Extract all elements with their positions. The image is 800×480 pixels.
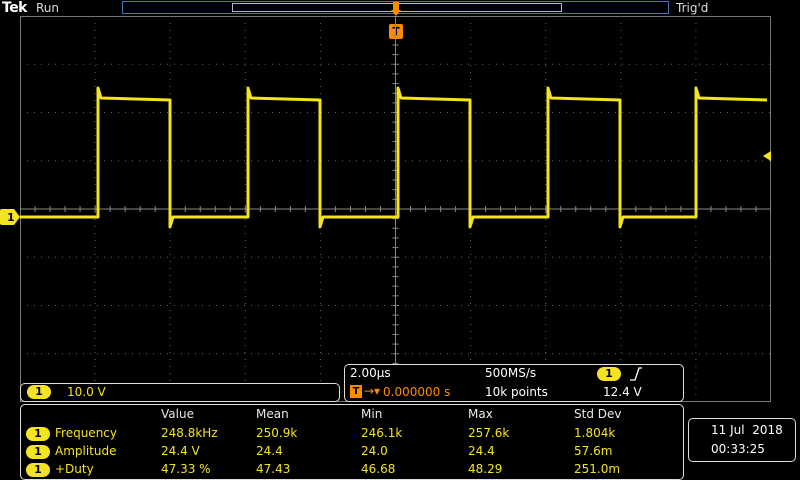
trigger-level: 12.4 V — [603, 385, 642, 399]
measurement-channel-badge: 1 — [26, 427, 50, 441]
header-std-dev: Std Dev — [574, 407, 622, 421]
trigger-position-icon — [391, 2, 401, 16]
measurement-value: 248.8kHz — [161, 426, 218, 440]
measurement-mean: 250.9k — [256, 426, 298, 440]
measurement-row-frequency[interactable]: 1 Frequency 248.8kHz 250.9k 246.1k 257.6… — [21, 425, 681, 443]
measurement-max: 48.29 — [468, 462, 503, 476]
trigger-level-icon[interactable] — [761, 151, 771, 161]
measurement-value: 24.4 V — [161, 444, 200, 458]
time: 00:33:25 — [711, 442, 765, 456]
trigger-position-value: 0.000000 s — [383, 385, 451, 399]
run-status[interactable]: Run — [36, 1, 59, 15]
graticule-axes — [20, 16, 771, 402]
measurement-std: 57.6m — [574, 444, 613, 458]
measurement-channel-badge: 1 — [26, 445, 50, 459]
measurement-std: 251.0m — [574, 462, 621, 476]
header-max: Max — [468, 407, 493, 421]
trigger-position-badge: T — [350, 385, 362, 398]
waveform-display[interactable] — [20, 16, 771, 402]
measurement-name: Amplitude — [55, 444, 117, 458]
measurement-name: Frequency — [55, 426, 117, 440]
trigger-status: Trig'd — [676, 1, 709, 15]
measurement-max: 24.4 — [468, 444, 495, 458]
trigger-source-badge: 1 — [597, 367, 621, 381]
datetime-box[interactable]: 11 Jul 2018 00:33:25 — [688, 418, 796, 462]
header-mean: Mean — [256, 407, 289, 421]
ch1-marker-label: 1 — [7, 211, 15, 224]
ch1-scale: 10.0 V — [67, 385, 106, 399]
measurement-row-amplitude[interactable]: 1 Amplitude 24.4 V 24.4 24.0 24.4 57.6m — [21, 443, 681, 461]
measurement-channel-badge: 1 — [26, 463, 50, 477]
ch1-waveform — [20, 86, 768, 229]
arrow-right-down-icon: →▾ — [364, 384, 381, 398]
measurement-min: 24.0 — [361, 444, 388, 458]
tek-logo: Tek — [2, 0, 28, 16]
measurement-name: +Duty — [55, 462, 94, 476]
record-length: 10k points — [485, 385, 548, 399]
date: 11 Jul 2018 — [711, 423, 783, 437]
measurement-min: 246.1k — [361, 426, 403, 440]
measurement-value: 47.33 % — [161, 462, 211, 476]
ch1-badge: 1 — [27, 385, 51, 399]
time-per-division: 2.00µs — [350, 366, 391, 380]
ch1-position-marker[interactable]: 1 — [0, 209, 20, 225]
rising-edge-icon — [630, 367, 642, 381]
header-value: Value — [161, 407, 194, 421]
measurement-panel[interactable]: Value Mean Min Max Std Dev 1 Frequency 2… — [20, 404, 684, 480]
sample-rate: 500MS/s — [485, 366, 537, 380]
header-min: Min — [361, 407, 383, 421]
measurement-min: 46.68 — [361, 462, 396, 476]
ch1-scale-box[interactable]: 1 10.0 V — [20, 383, 340, 402]
measurement-mean: 47.43 — [256, 462, 291, 476]
measurement-max: 257.6k — [468, 426, 510, 440]
measurement-row-duty[interactable]: 1 +Duty 47.33 % 47.43 46.68 48.29 251.0m — [21, 461, 681, 479]
measurement-std: 1.804k — [574, 426, 616, 440]
measurement-mean: 24.4 — [256, 444, 283, 458]
horizontal-settings-box[interactable]: 2.00µs 500MS/s 1 T →▾ 0.000000 s 10k poi… — [344, 364, 684, 402]
